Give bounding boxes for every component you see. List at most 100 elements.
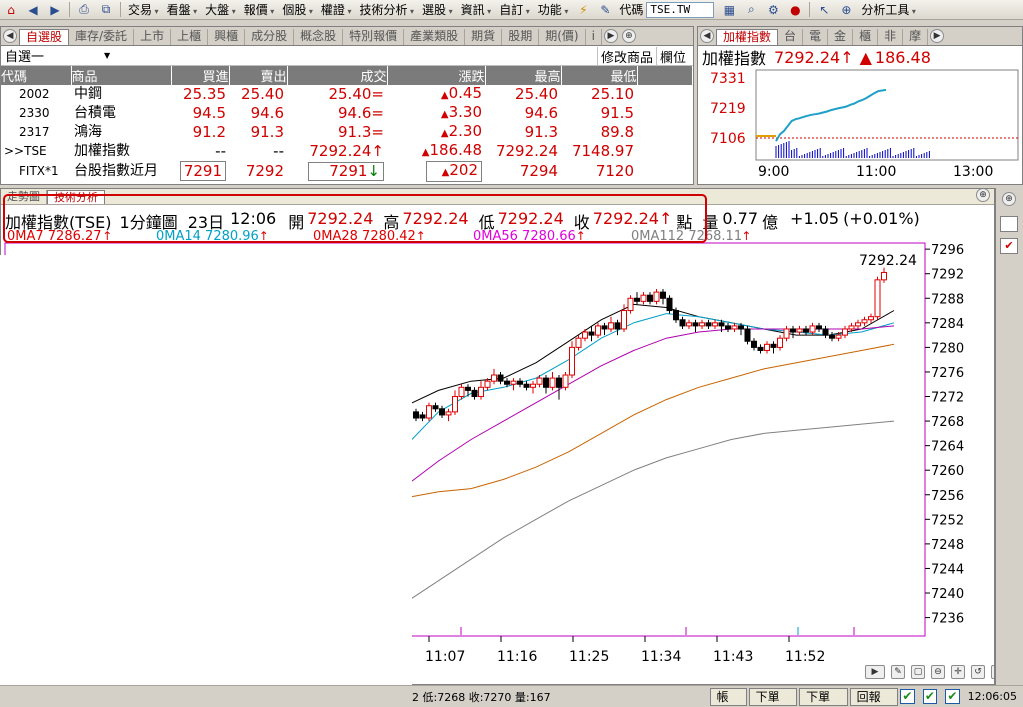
- menu-screener[interactable]: 選股: [418, 1, 457, 18]
- tab-industry[interactable]: 產業類股: [404, 29, 466, 45]
- search-icon[interactable]: ⌕: [742, 2, 760, 18]
- menu-custom[interactable]: 自訂: [495, 1, 534, 18]
- candle-body: [543, 377, 549, 388]
- tab-electronics[interactable]: 電: [803, 29, 829, 45]
- tab-otc-index[interactable]: 櫃: [853, 29, 879, 45]
- box-icon[interactable]: ▢: [911, 665, 925, 679]
- zoom-icon[interactable]: ⊕: [837, 2, 855, 18]
- settings-icon[interactable]: ⚙: [764, 2, 782, 18]
- crosshair-icon[interactable]: ✛: [951, 665, 965, 679]
- menu-market[interactable]: 大盤: [201, 1, 240, 18]
- tab-msci[interactable]: 摩: [903, 29, 929, 45]
- tab-technical[interactable]: 技術分析: [47, 190, 105, 204]
- scroll-right-button[interactable]: ▶: [865, 665, 885, 679]
- table-row[interactable]: 2317 鴻海 91.2 91.3 91.3= ▲2.30 91.3 89.8: [1, 123, 693, 142]
- table-row[interactable]: 2330 台積電 94.5 94.6 94.6= ▲3.30 94.6 91.5: [1, 104, 693, 123]
- tab-listed[interactable]: 上市: [134, 29, 172, 45]
- checkbox[interactable]: ✔: [922, 689, 938, 704]
- index-tabbar: ◀ 加權指數 台 電 金 櫃 非 摩 ▶: [698, 27, 1022, 46]
- index-change: 186.48: [874, 47, 931, 67]
- table-row[interactable]: 2002 中鋼 25.35 25.40 25.40= ▲0.45 25.40 2…: [1, 85, 693, 104]
- tab-next-button[interactable]: ▶: [603, 29, 618, 43]
- checkmark-icon[interactable]: ✔: [1000, 238, 1018, 254]
- report-bar-button[interactable]: 回報列: [849, 687, 899, 707]
- mini-x-tick: 11:00: [856, 164, 896, 180]
- cursor-icon[interactable]: ↖: [815, 2, 833, 18]
- home-icon[interactable]: ⌂: [2, 2, 20, 18]
- back-icon[interactable]: ◀: [24, 2, 42, 18]
- account-button[interactable]: 帳務: [709, 687, 747, 707]
- forward-icon[interactable]: ▶: [46, 2, 64, 18]
- tab-tw[interactable]: 台: [778, 29, 804, 45]
- tab-prev-button[interactable]: ◀: [3, 29, 17, 43]
- tab-stock-futures[interactable]: 股期: [502, 29, 540, 45]
- tab-otc[interactable]: 上櫃: [171, 29, 209, 45]
- table-row[interactable]: FITX*1 台股指數近月 7291 7292 7291↓ ▲202 7294 …: [1, 161, 693, 182]
- col-name[interactable]: 商品: [71, 66, 172, 85]
- stamp-icon[interactable]: ●: [786, 2, 804, 18]
- menu-watch[interactable]: 看盤: [163, 1, 202, 18]
- tab-options[interactable]: 期(價): [539, 29, 586, 45]
- edit-items-button[interactable]: 修改商品: [596, 47, 656, 66]
- notepad-icon[interactable]: ✎: [596, 2, 614, 18]
- zoom-in-icon[interactable]: ⊕: [976, 189, 990, 202]
- change-value: 2.30: [448, 122, 482, 140]
- checkbox[interactable]: ✔: [945, 689, 960, 704]
- tab-inventory[interactable]: 庫存/委託: [69, 29, 135, 45]
- status-quote-text: 2 低:7268 收:7270 量:167: [412, 690, 551, 704]
- tab-watchlist[interactable]: 自選股: [19, 29, 70, 45]
- menu-trade[interactable]: 交易: [124, 1, 163, 18]
- cell-ask: 7292: [245, 162, 284, 180]
- col-bid[interactable]: 買進: [171, 66, 230, 85]
- menu-stock[interactable]: 個股: [278, 1, 317, 18]
- undo-icon[interactable]: ↺: [971, 665, 985, 679]
- zoom-in-icon[interactable]: ⊕: [1002, 192, 1016, 206]
- candle-body: [419, 414, 426, 419]
- menu-analysis-tools[interactable]: 分析工具: [857, 1, 920, 18]
- tab-taiex[interactable]: 加權指數: [716, 29, 779, 45]
- tab-prev-button[interactable]: ◀: [700, 29, 714, 43]
- menu-technical[interactable]: 技術分析: [355, 1, 418, 18]
- order-folder-button[interactable]: 下單夾: [748, 687, 798, 707]
- candle-body: [491, 374, 497, 382]
- table-row[interactable]: >>TSE 加權指數 -- -- 7292.24↑ ▲186.48 7292.2…: [1, 142, 693, 161]
- draw-icon[interactable]: ✎: [891, 665, 905, 679]
- tab-non-finance[interactable]: 非: [878, 29, 904, 45]
- col-ask[interactable]: 賣出: [229, 66, 288, 85]
- print-icon[interactable]: ⎙: [75, 2, 93, 18]
- zoom-out-icon[interactable]: ⊖: [931, 665, 945, 679]
- chevron-down-icon[interactable]: ▼: [104, 51, 110, 60]
- candle-body: [614, 322, 621, 330]
- tab-futures[interactable]: 期貨: [465, 29, 503, 45]
- col-low[interactable]: 最低: [561, 66, 638, 85]
- menu-warrant[interactable]: 權證: [317, 1, 356, 18]
- menu-quote[interactable]: 報價: [240, 1, 279, 18]
- lightning-icon[interactable]: ⚡: [574, 2, 592, 18]
- tab-special-quote[interactable]: 特別報價: [343, 29, 405, 45]
- window-icon[interactable]: ⧉: [97, 2, 115, 18]
- col-code[interactable]: 代碼: [1, 66, 72, 85]
- columns-button[interactable]: 欄位: [655, 47, 689, 66]
- grid-icon[interactable]: ▦: [720, 2, 738, 18]
- tab-trend[interactable]: 走勢圖: [1, 190, 47, 204]
- code-input[interactable]: TSE.TW: [646, 1, 715, 18]
- col-last[interactable]: 成交: [287, 66, 388, 85]
- tab-more[interactable]: i: [586, 29, 602, 45]
- tab-next-button[interactable]: ▶: [930, 29, 945, 43]
- ma-legend-label: 0MA14 7280.96: [156, 229, 259, 244]
- checkbox[interactable]: ✔: [900, 689, 915, 704]
- watchlist-select[interactable]: 自選一: [5, 46, 44, 65]
- candle-body: [777, 337, 783, 348]
- tab-finance[interactable]: 金: [828, 29, 854, 45]
- zoom-in-icon[interactable]: ⊕: [621, 29, 636, 43]
- tab-emerging[interactable]: 興櫃: [208, 29, 246, 45]
- quote-tabbar: ◀ 自選股 庫存/委託 上市 上櫃 興櫃 成分股 概念股 特別報價 產業類股 期…: [1, 27, 693, 46]
- col-high[interactable]: 最高: [485, 66, 562, 85]
- side-panel-button[interactable]: [1000, 216, 1018, 232]
- col-change[interactable]: 漲跌: [387, 66, 486, 85]
- menu-info[interactable]: 資訊: [457, 1, 496, 18]
- tab-concept[interactable]: 概念股: [294, 29, 344, 45]
- tab-components[interactable]: 成分股: [245, 29, 295, 45]
- order-bar-button[interactable]: 下單列: [799, 687, 848, 707]
- menu-function[interactable]: 功能: [534, 1, 573, 18]
